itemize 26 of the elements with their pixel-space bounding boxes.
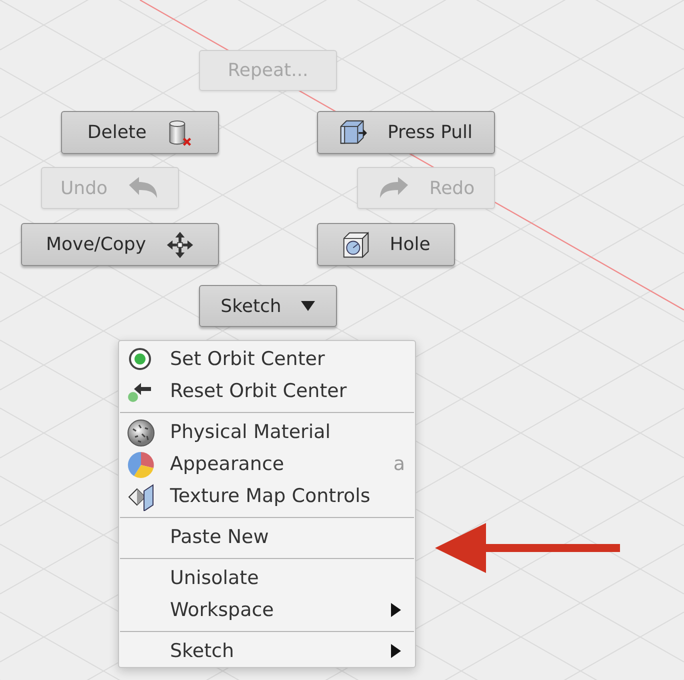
menu-button[interactable]: Move/Copy (21, 223, 219, 266)
menu-item[interactable]: Texture Map Controls (119, 480, 415, 512)
speckled-sphere-icon (127, 419, 155, 447)
caret-icon (301, 301, 316, 311)
diamond-panel-icon (127, 483, 155, 511)
undo-arrow-icon (128, 176, 160, 200)
color-pie-icon (127, 451, 155, 479)
cube-hole-icon (342, 230, 370, 258)
menu-item[interactable]: Unisolate (119, 562, 415, 594)
menu-button[interactable]: Press Pull (317, 111, 495, 154)
menu-item[interactable]: Set Orbit Center (119, 343, 415, 375)
box-arrow-icon (339, 118, 368, 146)
cylinder-icon (166, 118, 193, 146)
menu-item[interactable]: Reset Orbit Center (119, 375, 415, 407)
target-icon (127, 346, 153, 372)
menu-item[interactable]: Paste New (119, 521, 415, 553)
menu-item[interactable]: Sketch (119, 635, 415, 667)
menu-item[interactable]: Appearance a (119, 448, 415, 480)
menu-item[interactable]: Physical Material (119, 416, 415, 448)
menu-item[interactable]: Workspace (119, 594, 415, 626)
menu-button[interactable]: Sketch (199, 285, 337, 327)
menu-button[interactable]: Hole (317, 223, 455, 266)
shortcut-key: a (393, 453, 405, 475)
redo-arrow-icon (377, 176, 410, 200)
move-arrows-icon (166, 230, 194, 258)
menu-button[interactable]: Delete (61, 111, 219, 154)
